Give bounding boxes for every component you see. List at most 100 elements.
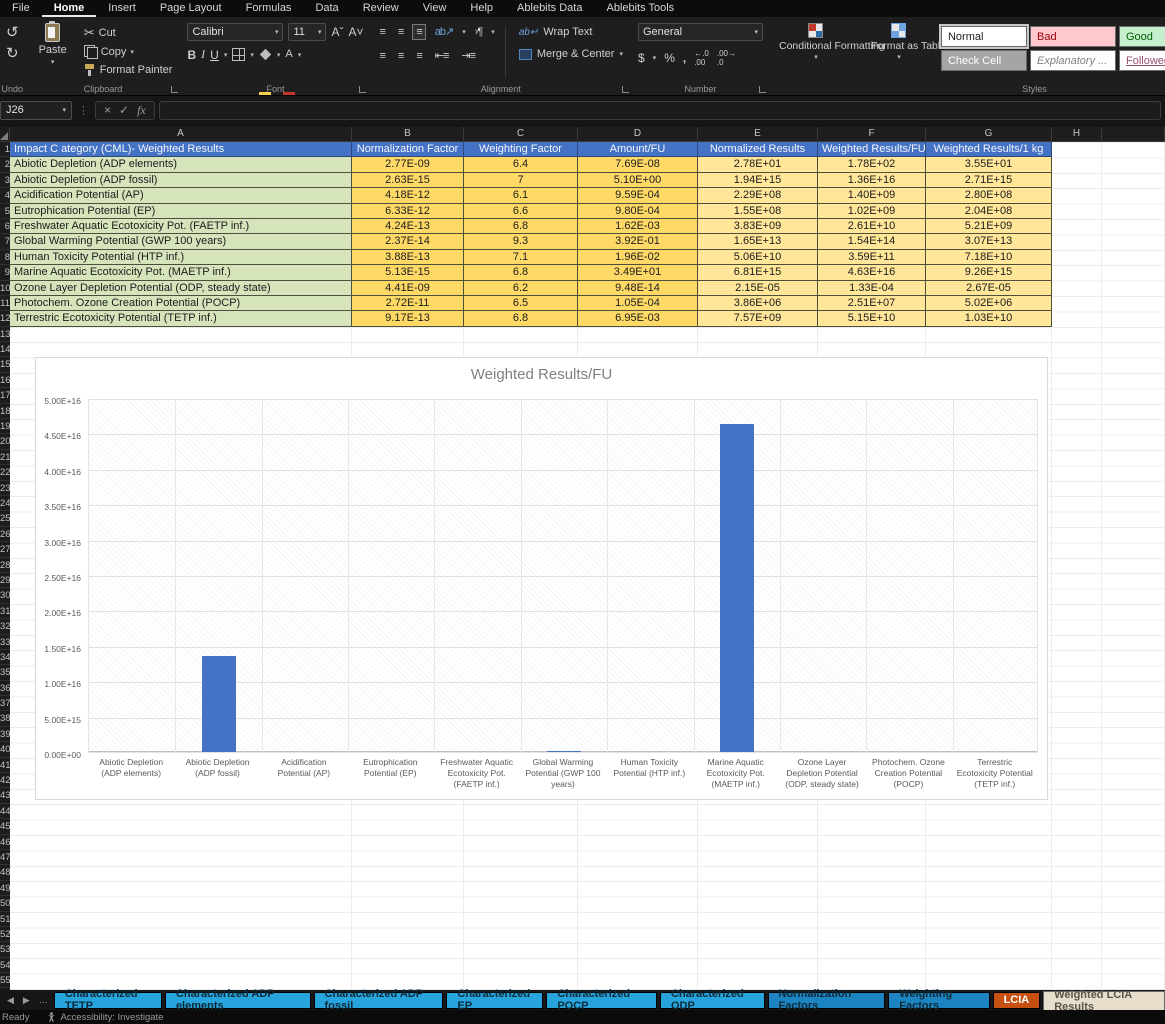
row-header-13[interactable]: 13: [0, 327, 10, 342]
fill-color-button[interactable]: [259, 48, 272, 61]
table-cell[interactable]: 9.3: [464, 234, 578, 249]
row-header-27[interactable]: 27: [0, 542, 10, 557]
table-cell[interactable]: 2.15E-05: [698, 281, 818, 296]
enter-icon[interactable]: ✓: [119, 103, 129, 117]
table-cell[interactable]: 2.37E-14: [352, 234, 464, 249]
format-painter-button[interactable]: Format Painter: [81, 63, 176, 77]
table-cell[interactable]: 2.72E-11: [352, 296, 464, 311]
row-header-14[interactable]: 14: [0, 342, 10, 357]
table-cell[interactable]: Freshwater Aquatic Ecotoxicity Pot. (FAE…: [10, 219, 352, 234]
row-header-8[interactable]: 8: [0, 250, 10, 265]
row-header-39[interactable]: 39: [0, 727, 10, 742]
chart-bar-marine-aquatic-ecotoxicity-pot-maetp-inf[interactable]: [720, 424, 754, 752]
table-cell[interactable]: 3.59E+11: [818, 250, 926, 265]
table-row[interactable]: Abiotic Depletion (ADP fossil)2.63E-1575…: [10, 173, 1052, 188]
table-cell[interactable]: 2.67E-05: [926, 281, 1052, 296]
menu-tab-data[interactable]: Data: [303, 0, 350, 17]
currency-icon[interactable]: $: [638, 51, 645, 65]
row-header-44[interactable]: 44: [0, 804, 10, 819]
chevron-down-icon[interactable]: ▾: [491, 28, 495, 36]
table-cell[interactable]: 3.07E+13: [926, 234, 1052, 249]
table-cell[interactable]: 2.63E-15: [352, 173, 464, 188]
table-cell[interactable]: 4.18E-12: [352, 188, 464, 203]
table-cell[interactable]: 3.88E-13: [352, 250, 464, 265]
comma-style-icon[interactable]: ,: [683, 51, 686, 65]
number-format-select[interactable]: General ▾: [638, 23, 763, 41]
row-header-1[interactable]: 1: [0, 142, 10, 157]
row-header-17[interactable]: 17: [0, 388, 10, 403]
cell-style-check-cell[interactable]: Check Cell: [941, 50, 1027, 71]
alignment-dialog-launcher[interactable]: [622, 86, 629, 93]
table-row[interactable]: Ozone Layer Depletion Potential (ODP, st…: [10, 281, 1052, 296]
table-cell[interactable]: 6.8: [464, 265, 578, 280]
select-all-corner[interactable]: [0, 127, 10, 142]
insert-function-icon[interactable]: fx: [137, 103, 146, 118]
table-cell[interactable]: 1.78E+02: [818, 157, 926, 172]
row-header-24[interactable]: 24: [0, 496, 10, 511]
table-cell[interactable]: 1.03E+10: [926, 311, 1052, 326]
table-row[interactable]: Global Warming Potential (GWP 100 years)…: [10, 234, 1052, 249]
sheet-tab-characterized-tetp[interactable]: Characterized TETP: [54, 992, 162, 1009]
table-cell[interactable]: 5.15E+10: [818, 311, 926, 326]
table-cell[interactable]: Photochem. Ozone Creation Potential (POC…: [10, 296, 352, 311]
table-cell[interactable]: 7.69E-08: [578, 157, 698, 172]
row-header-5[interactable]: 5: [0, 204, 10, 219]
table-cell[interactable]: 6.2: [464, 281, 578, 296]
copy-button[interactable]: Copy ▾: [81, 44, 176, 59]
row-header-52[interactable]: 52: [0, 927, 10, 942]
menu-tab-ablebits-tools[interactable]: Ablebits Tools: [594, 0, 686, 17]
menu-tab-home[interactable]: Home: [42, 0, 97, 17]
row-header-33[interactable]: 33: [0, 635, 10, 650]
chevron-down-icon[interactable]: ▾: [653, 54, 657, 62]
weighted-results-chart[interactable]: Weighted Results/FU 0.00E+005.00E+151.00…: [35, 357, 1048, 800]
cell-style-explanatory[interactable]: Explanatory ...: [1030, 50, 1116, 71]
row-header-20[interactable]: 20: [0, 434, 10, 449]
table-cell[interactable]: 3.92E-01: [578, 234, 698, 249]
menu-tab-formulas[interactable]: Formulas: [234, 0, 304, 17]
table-cell[interactable]: 6.8: [464, 311, 578, 326]
column-header-b[interactable]: B: [352, 127, 464, 141]
font-size-select[interactable]: 11 ▾: [288, 23, 326, 41]
percent-icon[interactable]: %: [664, 51, 675, 65]
table-cell[interactable]: 4.63E+16: [818, 265, 926, 280]
chevron-down-icon[interactable]: ▾: [462, 28, 466, 36]
column-header-c[interactable]: C: [464, 127, 578, 141]
sheet-tab-lcia[interactable]: LCIA: [993, 992, 1041, 1009]
table-cell[interactable]: 5.21E+09: [926, 219, 1052, 234]
row-header-18[interactable]: 18: [0, 404, 10, 419]
table-row[interactable]: Acidification Potential (AP)4.18E-126.19…: [10, 188, 1052, 203]
table-cell[interactable]: 1.02E+09: [818, 204, 926, 219]
redo-icon[interactable]: ↻: [6, 46, 19, 61]
table-row[interactable]: Photochem. Ozone Creation Potential (POC…: [10, 296, 1052, 311]
row-header-11[interactable]: 11: [0, 296, 10, 311]
wrap-text-button[interactable]: ab↵ Wrap Text: [516, 25, 626, 39]
row-header-32[interactable]: 32: [0, 619, 10, 634]
underline-button[interactable]: U: [210, 48, 219, 62]
increase-font-icon[interactable]: Aˇ: [331, 25, 343, 39]
table-cell[interactable]: 2.51E+07: [818, 296, 926, 311]
tabs-scroll-left-icon[interactable]: ◀: [4, 995, 17, 1006]
table-cell[interactable]: 5.02E+06: [926, 296, 1052, 311]
row-header-16[interactable]: 16: [0, 373, 10, 388]
table-cell[interactable]: 6.8: [464, 219, 578, 234]
table-row[interactable]: Eutrophication Potential (EP)6.33E-126.6…: [10, 204, 1052, 219]
table-row[interactable]: Abiotic Depletion (ADP elements)2.77E-09…: [10, 157, 1052, 172]
chart-bar-abiotic-depletion-adp-fossil[interactable]: [202, 656, 236, 752]
table-cell[interactable]: 6.5: [464, 296, 578, 311]
font-color-button[interactable]: A: [285, 49, 292, 60]
menu-tab-insert[interactable]: Insert: [96, 0, 148, 17]
table-cell[interactable]: 1.05E-04: [578, 296, 698, 311]
sheet-tab-characterized-ep[interactable]: Characterized EP: [446, 992, 543, 1009]
chart-bar-global-warming-potential-gwp-100-years[interactable]: [547, 751, 581, 752]
table-cell[interactable]: 4.41E-09: [352, 281, 464, 296]
table-cell[interactable]: 3.55E+01: [926, 157, 1052, 172]
column-header-blank[interactable]: [1102, 127, 1165, 141]
row-header-7[interactable]: 7: [0, 234, 10, 249]
table-cell[interactable]: 6.81E+15: [698, 265, 818, 280]
menu-tab-ablebits-data[interactable]: Ablebits Data: [505, 0, 594, 17]
table-cell[interactable]: Ozone Layer Depletion Potential (ODP, st…: [10, 281, 352, 296]
row-header-35[interactable]: 35: [0, 665, 10, 680]
font-dialog-launcher[interactable]: [359, 86, 366, 93]
row-header-53[interactable]: 53: [0, 942, 10, 957]
column-header-a[interactable]: A: [10, 127, 352, 141]
